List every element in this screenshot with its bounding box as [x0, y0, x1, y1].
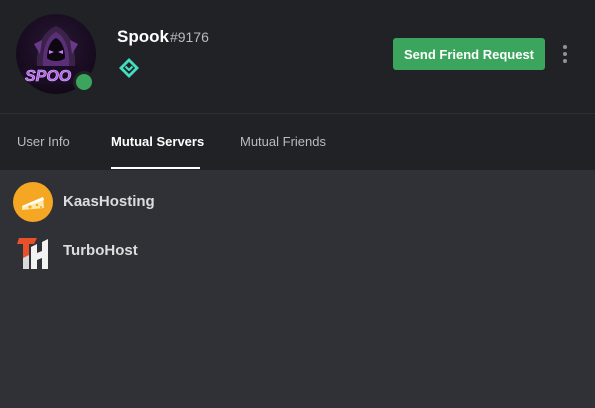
more-dot [563, 59, 567, 63]
more-dot [563, 45, 567, 49]
online-status-indicator [73, 71, 95, 93]
mutual-server-item[interactable]: KaasHosting [0, 178, 595, 222]
more-dot [563, 52, 567, 56]
username: Spook [117, 27, 169, 46]
server-name: TurboHost [63, 242, 138, 259]
username-row: Spook #9176 [117, 27, 209, 51]
discriminator: #9176 [169, 29, 209, 45]
cheese-icon [13, 182, 53, 222]
server-name: KaasHosting [63, 193, 155, 210]
turbohost-logo-icon [13, 231, 53, 271]
mutual-server-item[interactable]: TurboHost [0, 227, 595, 271]
hypesquad-balance-icon[interactable] [117, 56, 141, 80]
profile-tabs: User Info Mutual Servers Mutual Friends [0, 114, 595, 170]
avatar[interactable]: SPOO [16, 14, 96, 94]
more-vertical-icon[interactable] [556, 41, 574, 67]
active-tab-indicator [111, 167, 200, 169]
tab-user-info[interactable]: User Info [17, 114, 70, 170]
tab-mutual-friends[interactable]: Mutual Friends [240, 114, 326, 170]
profile-header: SPOO Spook #9176 Send Friend Request Use… [0, 0, 595, 170]
avatar-logo-text: SPOO [25, 68, 72, 85]
tab-mutual-servers[interactable]: Mutual Servers [111, 114, 204, 170]
send-friend-request-button[interactable]: Send Friend Request [393, 38, 545, 70]
